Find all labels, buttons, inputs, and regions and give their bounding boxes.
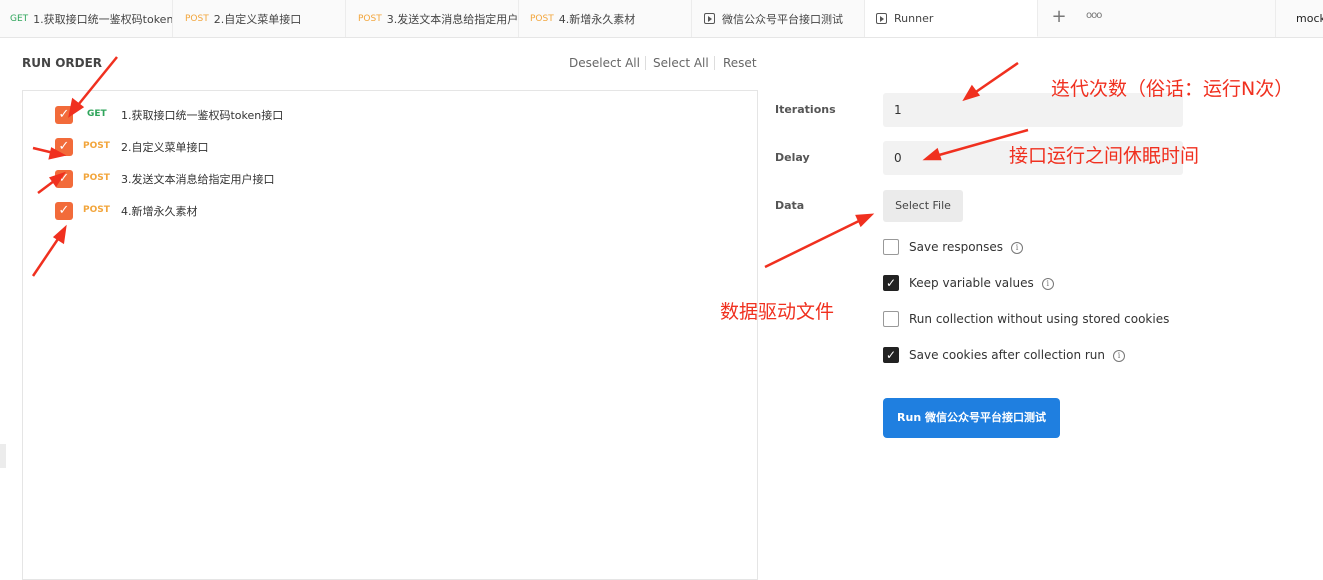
arrow-head-icon [855,213,875,228]
arrow-icon [764,216,866,269]
arrow-head-icon [922,147,942,161]
panel-edge-handle[interactable] [0,444,6,468]
arrow-head-icon [48,147,67,160]
arrow-head-icon [962,84,981,102]
annotation-arrows [31,56,1029,277]
arrow-icon [73,56,118,111]
arrow-icon [931,128,1029,159]
arrow-icon [969,61,1019,98]
